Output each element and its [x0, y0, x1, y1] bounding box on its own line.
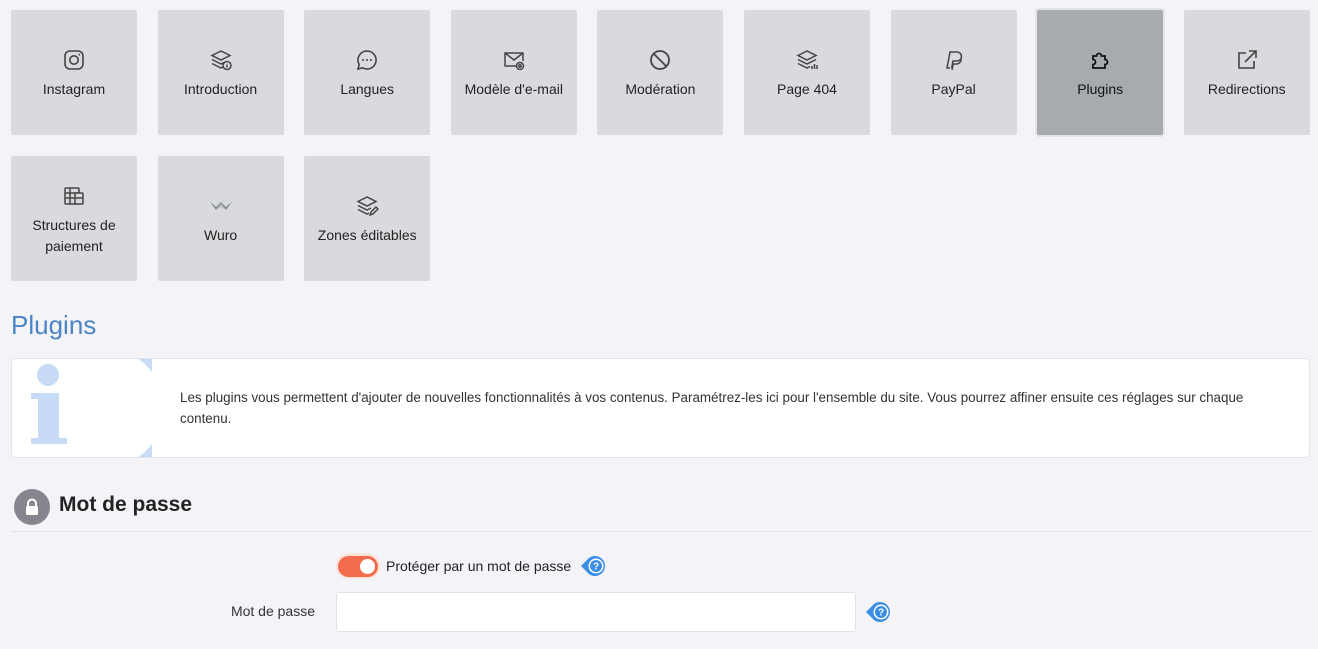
tile-zones-editables[interactable]: Zones éditables — [304, 156, 431, 281]
layers-chart-icon — [794, 47, 820, 73]
tile-label: Page 404 — [776, 81, 837, 97]
toggle-knob — [360, 558, 375, 574]
layers-info-icon — [208, 47, 234, 73]
tile-label: Modération — [625, 81, 696, 97]
table-stack-icon — [61, 183, 87, 209]
paypal-icon — [941, 47, 967, 73]
info-watermark-icon — [12, 359, 186, 457]
tile-structures-paiement[interactable]: Structures de paiement — [11, 156, 137, 281]
help-icon[interactable]: ? — [866, 601, 892, 623]
tile-redirections[interactable]: Redirections — [1183, 10, 1310, 135]
tile-modele-email[interactable]: Modèle d'e-mail — [450, 10, 577, 135]
password-field-label: Mot de passe — [230, 603, 315, 619]
tile-langues[interactable]: Langues — [304, 10, 431, 135]
toggle-track — [338, 555, 378, 577]
tile-label: Langues — [340, 81, 395, 97]
svg-text:?: ? — [878, 608, 884, 619]
speech-bubble-icon — [354, 47, 380, 73]
tile-paypal[interactable]: PayPal — [890, 10, 1017, 135]
tile-label: Plugins — [1077, 81, 1124, 97]
tile-plugins[interactable]: Plugins — [1037, 10, 1164, 135]
password-section-header: Mot de passe — [11, 486, 1310, 532]
page-title: Plugins — [11, 310, 97, 340]
help-icon[interactable]: ? — [581, 555, 607, 577]
protect-toggle-row: Protéger par un mot de passe ? — [336, 553, 607, 579]
protect-password-toggle[interactable] — [336, 553, 380, 579]
tile-introduction[interactable]: Introduction — [157, 10, 284, 135]
tile-moderation[interactable]: Modération — [597, 10, 724, 135]
password-input[interactable] — [336, 592, 856, 632]
tile-label: Wuro — [203, 227, 238, 243]
section-title: Mot de passe — [59, 493, 193, 516]
tile-label: Zones éditables — [317, 227, 417, 243]
info-text: Les plugins vous permettent d'ajouter de… — [180, 390, 1244, 426]
external-link-icon — [1234, 47, 1260, 73]
tile-page-404[interactable]: Page 404 — [743, 10, 870, 135]
layers-edit-icon — [354, 193, 380, 219]
tile-label: Redirections — [1207, 81, 1286, 97]
lock-icon — [14, 489, 50, 525]
protect-toggle-label: Protéger par un mot de passe — [386, 558, 572, 574]
tile-label: Structures de paiement — [32, 216, 116, 254]
tile-label: Introduction — [184, 81, 258, 97]
tile-instagram[interactable]: Instagram — [11, 10, 137, 135]
settings-tile-grid: Instagram Introduction Langues Modèle d'… — [11, 10, 1311, 281]
tile-wuro[interactable]: Wuro — [157, 156, 284, 281]
tile-label: PayPal — [931, 81, 976, 97]
wuro-logo-icon — [208, 193, 234, 219]
puzzle-icon — [1087, 47, 1113, 73]
tile-label: Modèle d'e-mail — [464, 81, 563, 97]
info-box: Les plugins vous permettent d'ajouter de… — [11, 358, 1310, 458]
svg-text:?: ? — [593, 562, 599, 573]
envelope-gear-icon — [501, 47, 527, 73]
ban-icon — [647, 47, 673, 73]
instagram-icon — [61, 47, 87, 73]
tile-label: Instagram — [42, 81, 106, 97]
